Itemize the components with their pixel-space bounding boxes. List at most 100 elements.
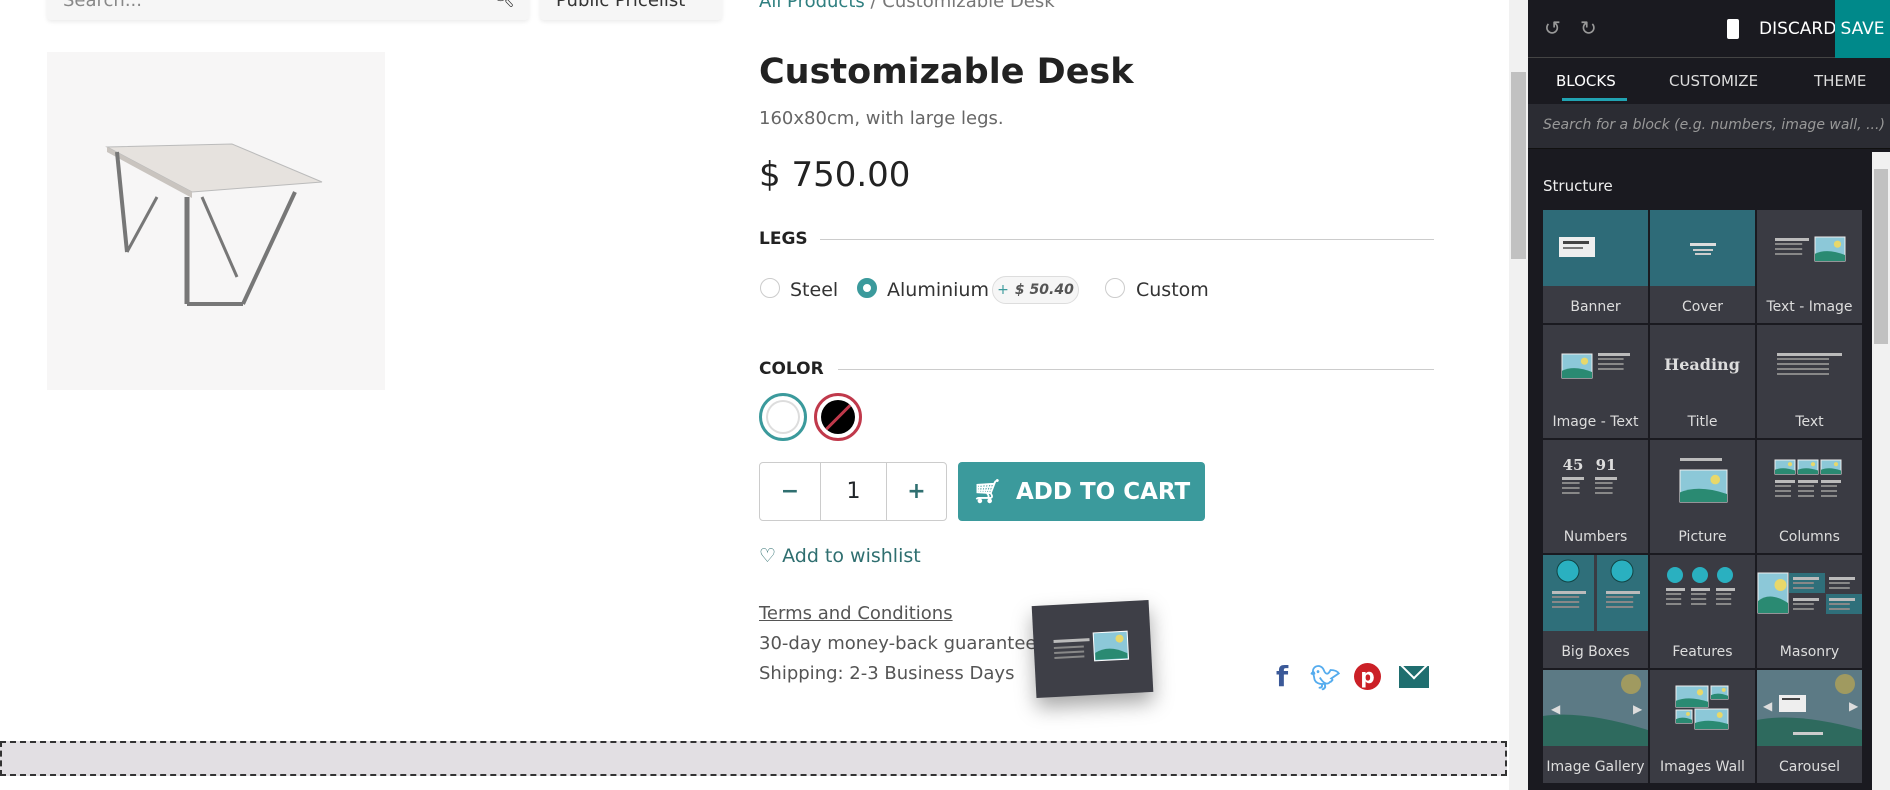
search-icon[interactable]: 🔍︎ (492, 0, 515, 9)
discard-button[interactable]: DISCARD (1759, 19, 1836, 39)
block-label: Masonry (1779, 644, 1840, 660)
block-label: Cover (1682, 299, 1723, 315)
cover-block-icon (1650, 210, 1755, 286)
text-image-block-icon (1053, 630, 1130, 662)
block-search-input[interactable]: Search for a block (e.g. numbers, image … (1528, 104, 1890, 149)
shipping-text: Shipping: 2-3 Business Days (759, 663, 1015, 684)
block-label: Image Gallery (1546, 759, 1645, 775)
add-to-wishlist-link[interactable]: ♡ Add to wishlist (759, 545, 921, 567)
product-image[interactable] (47, 52, 385, 390)
block-columns[interactable]: Columns (1757, 440, 1862, 553)
block-label: Picture (1678, 529, 1727, 545)
block-numbers[interactable]: 45 91 Numbers (1543, 440, 1648, 553)
radio-aluminium[interactable] (857, 278, 877, 298)
twitter-icon[interactable]: 🐦︎ (1310, 664, 1340, 692)
email-icon[interactable] (1399, 666, 1429, 688)
radio-custom[interactable] (1105, 278, 1125, 298)
block-image-gallery[interactable]: ◀ ▶ Image Gallery (1543, 670, 1648, 783)
increase-quantity-button[interactable]: + (887, 463, 946, 520)
product-title: Customizable Desk (759, 52, 1134, 92)
search-placeholder: Search... (63, 0, 143, 11)
section-heading: Structure (1543, 177, 1613, 195)
quantity-input[interactable]: 1 (821, 463, 887, 520)
product-description: 160x80cm, with large legs. (759, 108, 1004, 129)
option-custom-label: Custom (1136, 279, 1209, 301)
block-image-text[interactable]: Image - Text (1543, 325, 1648, 438)
breadcrumb-all-products[interactable]: All Products (759, 0, 865, 12)
block-carousel[interactable]: ◀ ▶ Carousel (1757, 670, 1862, 783)
wishlist-label: Add to wishlist (782, 545, 921, 567)
website-page: Search... 🔍︎ Public Pricelist All Product… (0, 0, 1509, 790)
block-search-placeholder: Search for a block (e.g. numbers, image … (1543, 117, 1885, 133)
active-tab-indicator (1562, 98, 1627, 101)
product-price: $ 750.00 (759, 155, 911, 195)
editor-toolbar: ↺ ↻ DISCARD SAVE (1528, 0, 1890, 58)
option-steel-label: Steel (790, 279, 839, 301)
block-label: Text - Image (1766, 299, 1853, 315)
mobile-preview-icon[interactable] (1727, 19, 1739, 39)
radio-steel[interactable] (760, 278, 780, 298)
divider (838, 369, 1434, 370)
block-label: Numbers (1563, 529, 1628, 545)
color-swatch-black[interactable] (814, 393, 862, 441)
undo-icon[interactable]: ↺ (1544, 16, 1561, 40)
scrollbar-thumb[interactable] (1874, 169, 1888, 344)
block-label: Title (1687, 414, 1718, 430)
block-images-wall[interactable]: Images Wall (1650, 670, 1755, 783)
decrease-quantity-button[interactable]: − (760, 463, 821, 520)
block-text[interactable]: Text (1757, 325, 1862, 438)
facebook-icon[interactable]: f (1276, 660, 1288, 693)
svg-text:▶: ▶ (1633, 702, 1643, 716)
heart-icon: ♡ (759, 545, 777, 567)
tab-customize[interactable]: CUSTOMIZE (1669, 72, 1758, 90)
svg-text:91: 91 (1596, 456, 1617, 474)
masonry-block-icon (1757, 572, 1862, 614)
svg-text:◀: ◀ (1551, 702, 1561, 716)
block-picture[interactable]: Picture (1650, 440, 1755, 553)
breadcrumb: All Products / Customizable Desk (759, 0, 1055, 12)
tab-theme[interactable]: THEME (1814, 72, 1866, 90)
color-swatch-white[interactable] (759, 393, 807, 441)
columns-block-icon (1774, 459, 1842, 497)
block-label: Text (1795, 414, 1824, 430)
carousel-block-icon: ◀ ▶ (1757, 670, 1862, 746)
editor-panel: ↺ ↻ DISCARD SAVE BLOCKS CUSTOMIZE THEME … (1528, 0, 1890, 790)
price-extra: $ 50.40 (1014, 282, 1074, 298)
block-text-image[interactable]: Text - Image (1757, 210, 1862, 323)
quantity-stepper: − 1 + (759, 462, 947, 521)
block-label: Columns (1779, 529, 1840, 545)
add-to-cart-label: ADD TO CART (1015, 478, 1191, 505)
dragged-block-preview[interactable] (1031, 600, 1154, 698)
block-label: Images Wall (1660, 759, 1745, 775)
price-extra-badge: + $ 50.40 (992, 276, 1079, 304)
search-input[interactable]: Search... 🔍︎ (47, 0, 529, 20)
add-to-cart-button[interactable]: 🛒︎ ADD TO CART (958, 462, 1205, 521)
pricelist-label: Public Pricelist (556, 0, 686, 11)
block-cover[interactable]: Cover (1650, 210, 1755, 323)
divider (820, 239, 1434, 240)
pinterest-icon[interactable]: p (1354, 663, 1381, 690)
blocks-grid: Banner Cover Text - Image Image - Text Headi… (1543, 210, 1862, 783)
option-aluminium-label: Aluminium (887, 279, 989, 301)
redo-icon[interactable]: ↻ (1580, 16, 1597, 40)
pricelist-dropdown[interactable]: Public Pricelist (540, 0, 722, 20)
svg-text:45: 45 (1563, 456, 1584, 474)
panel-scrollbar[interactable] (1872, 152, 1890, 790)
block-features[interactable]: Features (1650, 555, 1755, 668)
block-masonry[interactable]: Masonry (1757, 555, 1862, 668)
terms-link[interactable]: Terms and Conditions (759, 603, 953, 624)
cart-icon: 🛒︎ (972, 479, 1002, 505)
drop-zone[interactable] (0, 741, 1507, 776)
tab-blocks[interactable]: BLOCKS (1556, 72, 1616, 90)
text-image-block-icon (1775, 236, 1846, 262)
block-big-boxes[interactable]: Big Boxes (1543, 555, 1648, 668)
scrollbar-thumb[interactable] (1511, 72, 1526, 259)
guarantee-text: 30-day money-back guarantee (759, 633, 1037, 654)
block-banner[interactable]: Banner (1543, 210, 1648, 323)
save-button[interactable]: SAVE (1835, 0, 1890, 58)
page-scrollbar[interactable] (1509, 0, 1528, 790)
block-title[interactable]: Heading Title (1650, 325, 1755, 438)
color-label: COLOR (759, 359, 824, 379)
block-label: Big Boxes (1561, 644, 1630, 660)
image-text-block-icon (1561, 353, 1630, 379)
